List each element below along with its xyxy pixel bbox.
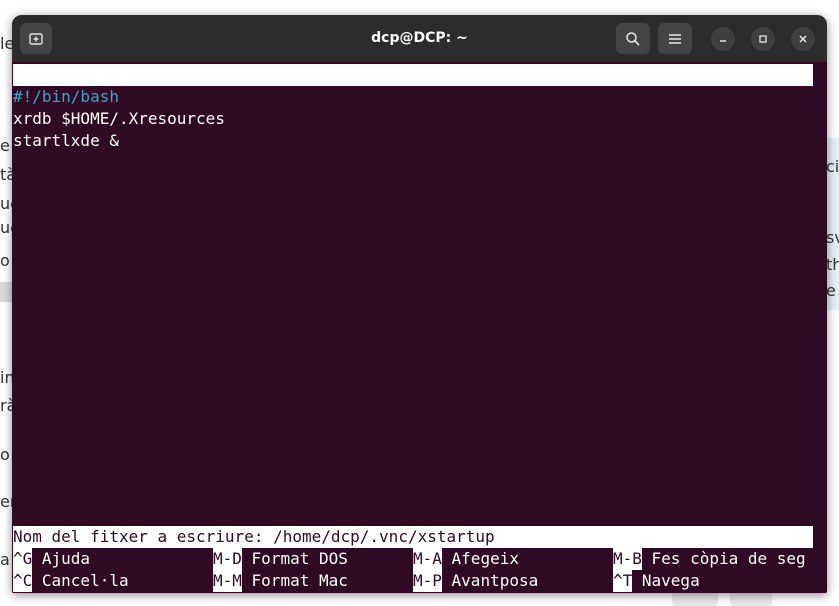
editor-line[interactable]: #!/bin/bash xyxy=(13,86,119,108)
terminal-content[interactable]: GNU nano 7.2 /home/dcp/.vnc/xstartup * #… xyxy=(12,62,827,593)
shortcut-label: Fes còpia de seg xyxy=(641,549,806,568)
shortcut-key: M-A xyxy=(413,548,442,570)
shortcut-label: Format Mac xyxy=(241,571,348,590)
filename-prompt[interactable]: Nom del fitxer a escriure: /home/dcp/.vn… xyxy=(13,526,813,548)
shortcut-label: Cancel·la xyxy=(32,571,129,590)
nano-file-path: /home/dcp/.vnc/xstartup xyxy=(323,109,545,128)
shortcut-item[interactable]: M-P Avantposa xyxy=(413,570,538,592)
shortcut-label: Ajuda xyxy=(32,549,91,568)
shortcut-key: ^T xyxy=(613,570,633,592)
shortcut-key: M-D xyxy=(213,548,242,570)
shortcut-item[interactable]: ^T Navega xyxy=(613,570,700,592)
background-gray-block xyxy=(0,282,12,302)
shortcut-item[interactable]: M-M Format Mac xyxy=(213,570,348,592)
terminal-window: dcp@DCP: ~ GNU nano 7.2 /home/dcp/.vnc/x… xyxy=(12,15,827,593)
shortcut-key: ^C xyxy=(13,570,33,592)
background-button-fragment xyxy=(672,592,718,606)
minimize-icon xyxy=(720,40,726,42)
shortcut-item[interactable]: ^C Cancel·la xyxy=(13,570,129,592)
minimize-button[interactable] xyxy=(711,27,735,51)
shortcut-item[interactable]: ^G Ajuda xyxy=(13,548,90,570)
search-button[interactable] xyxy=(616,23,650,54)
background-text-fragment: o xyxy=(0,251,10,270)
close-icon xyxy=(799,35,807,43)
maximize-icon xyxy=(759,35,767,43)
title-bar[interactable]: dcp@DCP: ~ xyxy=(12,15,827,62)
shortcut-item[interactable]: M-D Format DOS xyxy=(213,548,348,570)
background-text-fragment: th xyxy=(826,255,839,274)
shortcut-item[interactable]: M-A Afegeix xyxy=(413,548,519,570)
new-tab-button[interactable] xyxy=(20,23,52,54)
modified-indicator: * xyxy=(563,131,573,150)
shortcut-item[interactable]: M-B Fes còpia de seg xyxy=(613,548,806,570)
background-button-fragment xyxy=(730,592,772,606)
nano-header-bar: GNU nano 7.2 /home/dcp/.vnc/xstartup * xyxy=(13,64,813,150)
background-text-fragment: sv xyxy=(826,228,839,247)
background-text-fragment: ci xyxy=(826,157,839,176)
close-button[interactable] xyxy=(791,27,815,51)
shortcut-key: M-B xyxy=(613,548,642,570)
shortcut-label: Afegeix xyxy=(441,549,519,568)
shortcut-key: ^G xyxy=(13,548,33,570)
window-title: dcp@DCP: ~ xyxy=(371,30,468,46)
background-text-fragment: o xyxy=(0,445,10,464)
background-text-fragment: a xyxy=(0,550,10,569)
hamburger-menu-icon xyxy=(669,33,681,44)
shortcut-label: Avantposa xyxy=(441,571,539,590)
new-tab-icon xyxy=(29,32,43,45)
shortcut-label: Format DOS xyxy=(241,549,348,568)
background-text-fragment: e xyxy=(826,281,836,300)
shortcut-key: M-M xyxy=(213,570,242,592)
editor-line[interactable]: startlxde & xyxy=(13,130,119,152)
editor-line[interactable]: xrdb $HOME/.Xresources xyxy=(13,108,225,130)
menu-button[interactable] xyxy=(658,23,692,54)
search-icon xyxy=(626,31,640,46)
shortcut-label: Navega xyxy=(632,571,700,590)
background-text-fragment: e xyxy=(0,136,10,155)
maximize-button[interactable] xyxy=(751,27,775,51)
shortcut-key: M-P xyxy=(413,570,442,592)
